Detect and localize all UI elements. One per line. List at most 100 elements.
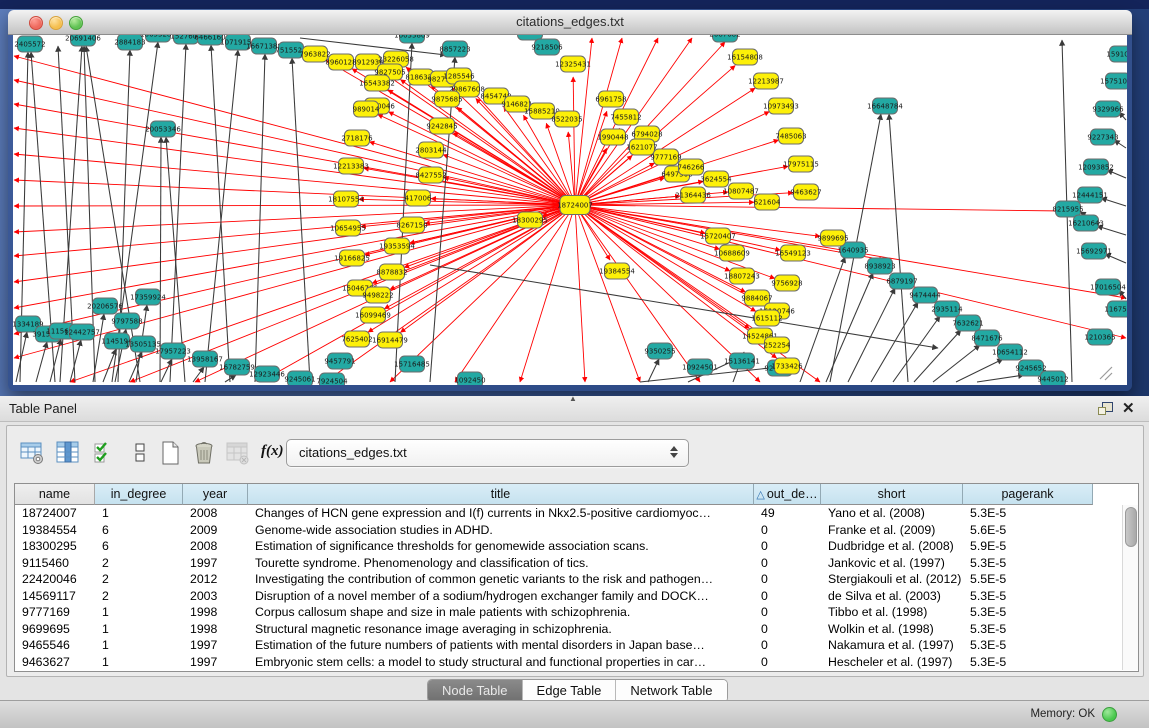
cell-name[interactable]: 14569117 — [15, 588, 95, 605]
function-builder-icon[interactable]: f(x) — [261, 443, 287, 469]
table-row[interactable]: 1456911722003Disruption of a novel membe… — [15, 588, 1123, 605]
graph-node[interactable]: 3624554 — [700, 171, 732, 187]
cell-pagerank[interactable]: 5.6E-5 — [963, 522, 1093, 539]
graph-node[interactable]: 12444151 — [1072, 187, 1108, 203]
graph-node[interactable]: 9227343 — [1087, 129, 1118, 145]
tab-network-table[interactable]: Network Table — [616, 680, 726, 702]
cell-short[interactable]: Tibbo et al. (1998) — [821, 604, 963, 621]
graph-node[interactable]: 10654955 — [330, 220, 366, 236]
cell-title[interactable]: Corpus callosum shape and size in male p… — [248, 604, 754, 621]
cell-year[interactable]: 2009 — [183, 522, 248, 539]
select-column-icon[interactable] — [55, 440, 81, 466]
canvas-resize-grip-icon[interactable] — [1105, 373, 1112, 380]
cell-short[interactable]: Jankovic et al. (1997) — [821, 555, 963, 572]
graph-node[interactable]: 8878832 — [376, 264, 407, 280]
column-header-pagerank[interactable]: pagerank — [963, 484, 1093, 505]
graph-node[interactable]: 16549123 — [775, 245, 811, 261]
float-panel-icon[interactable] — [1098, 402, 1113, 415]
graph-node[interactable]: 9329966 — [1092, 101, 1124, 117]
graph-node[interactable]: 1167533 — [1104, 301, 1127, 317]
table-row[interactable]: 946554611997Estimation of the future num… — [15, 637, 1123, 654]
citation-network-graph[interactable]: 2405572206914062884183106532871527602646… — [13, 35, 1127, 385]
column-header-title[interactable]: title — [248, 484, 754, 505]
graph-node[interactable]: 2718176 — [341, 130, 373, 146]
column-header-in_degree[interactable]: in_degree — [95, 484, 183, 505]
graph-node[interactable]: 9218506 — [531, 39, 563, 55]
graph-node[interactable]: 6961758 — [595, 91, 626, 107]
cell-out_de[interactable]: 0 — [754, 621, 821, 638]
graph-node[interactable]: 7924504 — [316, 373, 348, 385]
graph-node[interactable]: 2405572 — [14, 36, 45, 52]
table-settings-icon[interactable] — [19, 440, 45, 466]
cell-in_degree[interactable]: 1 — [95, 637, 183, 654]
table-row[interactable]: 1830029562008Estimation of significance … — [15, 538, 1123, 555]
cell-short[interactable]: Franke et al. (2009) — [821, 522, 963, 539]
cell-short[interactable]: Nakamura et al. (1997) — [821, 637, 963, 654]
graph-node[interactable]: 20691406 — [65, 35, 101, 46]
cell-title[interactable]: Estimation of the future numbers of pati… — [248, 637, 754, 654]
cell-short[interactable]: de Silva et al. (2003) — [821, 588, 963, 605]
column-header-short[interactable]: short — [821, 484, 963, 505]
cell-name[interactable]: 19384554 — [15, 522, 95, 539]
graph-node[interactable]: 1092450 — [454, 372, 485, 385]
graph-node[interactable]: 12325431 — [555, 56, 591, 72]
graph-node[interactable]: 8471676 — [971, 330, 1003, 346]
graph-node[interactable]: 15692971 — [1076, 243, 1112, 259]
cell-pagerank[interactable]: 5.3E-5 — [963, 637, 1093, 654]
graph-node[interactable]: 7455812 — [610, 109, 641, 125]
graph-node[interactable]: 8522035 — [551, 111, 582, 127]
cell-pagerank[interactable]: 5.3E-5 — [963, 588, 1093, 605]
cell-short[interactable]: Hescheler et al. (1997) — [821, 654, 963, 671]
cell-short[interactable]: Wolkin et al. (1998) — [821, 621, 963, 638]
cell-in_degree[interactable]: 1 — [95, 621, 183, 638]
cell-year[interactable]: 2008 — [183, 538, 248, 555]
cell-pagerank[interactable]: 5.9E-5 — [963, 538, 1093, 555]
graph-node[interactable]: 18724007 — [557, 196, 593, 215]
graph-node[interactable]: 9498222 — [362, 287, 393, 303]
graph-node[interactable]: 621604 — [754, 194, 781, 210]
graph-node[interactable]: 2935114 — [931, 301, 963, 317]
cell-pagerank[interactable]: 5.5E-5 — [963, 571, 1093, 588]
graph-node[interactable]: 16914479 — [372, 332, 408, 348]
graph-node[interactable]: 9445012 — [1037, 371, 1068, 385]
graph-node[interactable]: 8427552 — [415, 167, 446, 183]
cell-title[interactable]: Estimation of significance thresholds fo… — [248, 538, 754, 555]
cell-in_degree[interactable]: 1 — [95, 604, 183, 621]
graph-node[interactable]: 252254 — [764, 337, 791, 353]
select-rows-check-icon[interactable] — [92, 440, 118, 466]
cell-title[interactable]: Disruption of a novel member of a sodium… — [248, 588, 754, 605]
cell-short[interactable]: Yano et al. (2008) — [821, 505, 963, 522]
cell-pagerank[interactable]: 5.3E-5 — [963, 505, 1093, 522]
cell-title[interactable]: Genome-wide association studies in ADHD. — [248, 522, 754, 539]
row-height-icon[interactable] — [127, 440, 153, 466]
cell-in_degree[interactable]: 2 — [95, 588, 183, 605]
cell-year[interactable]: 1997 — [183, 654, 248, 671]
cell-short[interactable]: Dudbridge et al. (2008) — [821, 538, 963, 555]
graph-node[interactable]: 19384554 — [599, 263, 635, 279]
canvas-resize-grip-icon[interactable] — [1100, 367, 1112, 379]
close-panel-icon[interactable]: ✕ — [1122, 399, 1135, 417]
graph-node[interactable]: 9242845 — [426, 118, 457, 134]
column-header-out_de[interactable]: △out_de… — [754, 484, 821, 505]
graph-node[interactable]: 9797588 — [111, 313, 142, 329]
graph-node[interactable]: 9756928 — [771, 275, 802, 291]
graph-node[interactable]: 2087682 — [709, 35, 740, 42]
cell-in_degree[interactable]: 6 — [95, 522, 183, 539]
graph-node[interactable]: 16033809 — [394, 35, 430, 43]
graph-node[interactable]: 15751074 — [1100, 73, 1127, 89]
graph-node[interactable]: 15720407 — [700, 228, 736, 244]
cell-out_de[interactable]: 49 — [754, 505, 821, 522]
table-row[interactable]: 1872400712008Changes of HCN gene express… — [15, 505, 1123, 522]
graph-node[interactable]: 9463627 — [790, 184, 821, 200]
graph-node[interactable]: 9474444 — [909, 287, 941, 303]
cell-name[interactable]: 9463627 — [15, 654, 95, 671]
cell-year[interactable]: 1998 — [183, 604, 248, 621]
graph-node[interactable]: 1615112 — [751, 310, 782, 326]
cell-in_degree[interactable]: 2 — [95, 555, 183, 572]
graph-node[interactable]: 21364436 — [675, 187, 711, 203]
graph-node[interactable]: 2803144 — [415, 142, 447, 158]
cell-out_de[interactable]: 0 — [754, 522, 821, 539]
scrollbar-thumb[interactable] — [1125, 507, 1137, 547]
cell-in_degree[interactable]: 2 — [95, 571, 183, 588]
cell-year[interactable]: 2008 — [183, 505, 248, 522]
